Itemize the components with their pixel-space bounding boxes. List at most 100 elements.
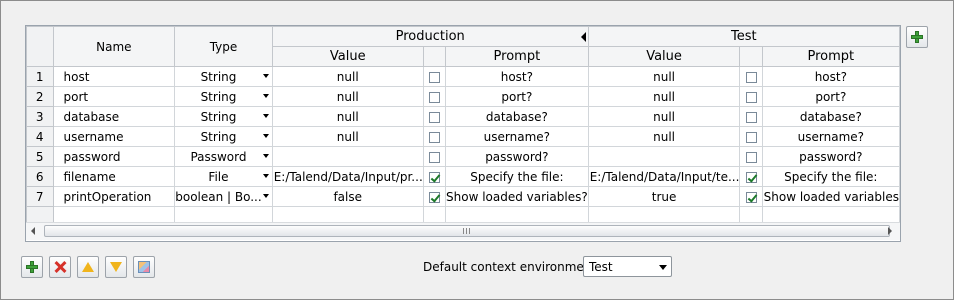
variable-name-cell[interactable]: username: [52, 126, 176, 147]
test-value-cell[interactable]: null: [587, 126, 741, 147]
test-value-cell[interactable]: null: [587, 106, 741, 127]
production-prompt-cell[interactable]: host?: [445, 66, 589, 87]
test-prompt-cell[interactable]: username?: [761, 126, 900, 147]
production-value-cell[interactable]: [271, 146, 424, 167]
table-row[interactable]: 4 username String null username? null us…: [26, 126, 900, 147]
test-value-cell[interactable]: null: [587, 86, 741, 107]
variable-name-cell[interactable]: database: [52, 106, 176, 127]
production-prompt-checkbox[interactable]: [428, 151, 440, 163]
test-prompt-cell[interactable]: database?: [761, 106, 900, 127]
production-prompt-cell[interactable]: username?: [445, 126, 589, 147]
production-value-cell[interactable]: null: [271, 126, 424, 147]
production-value-cell[interactable]: null: [271, 106, 424, 127]
production-prompt-cell[interactable]: port?: [445, 86, 589, 107]
remove-variable-button[interactable]: [49, 256, 71, 278]
production-value-cell[interactable]: false: [271, 186, 424, 207]
production-prompt-checkbox-cell[interactable]: [422, 106, 447, 127]
variable-name-cell[interactable]: password: [52, 146, 176, 167]
production-prompt-checkbox-cell[interactable]: [422, 66, 447, 87]
test-value-cell[interactable]: null: [587, 66, 741, 87]
variable-name-cell[interactable]: printOperation: [52, 186, 176, 207]
test-prompt-checkbox-cell[interactable]: [739, 86, 763, 107]
production-prompt-cell[interactable]: Show loaded variables?: [445, 186, 589, 207]
test-value-cell[interactable]: [587, 146, 741, 167]
test-prompt-checkbox-cell[interactable]: [739, 66, 763, 87]
table-row[interactable]: 3 database String null database? null da…: [26, 106, 900, 127]
test-prompt-checkbox-cell[interactable]: [739, 166, 763, 187]
test-prompt-cell[interactable]: host?: [761, 66, 900, 87]
production-prompt-checkbox[interactable]: [428, 71, 440, 83]
variable-name-cell[interactable]: filename: [52, 166, 176, 187]
type-cell[interactable]: String: [174, 126, 273, 147]
production-prompt-cell[interactable]: password?: [445, 146, 589, 167]
production-value-cell[interactable]: E:/Talend/Data/Input/pr...: [271, 166, 424, 187]
table-row[interactable]: 5 password Password password? password?: [26, 146, 900, 167]
production-prompt-checkbox-cell[interactable]: [422, 166, 447, 187]
test-prompt-cell[interactable]: Show loaded variables: [761, 186, 900, 207]
test-prompt-checkbox[interactable]: [745, 71, 757, 83]
scrollbar-thumb[interactable]: [44, 225, 890, 237]
type-cell[interactable]: String: [174, 66, 273, 87]
test-group-header[interactable]: Test: [587, 26, 900, 47]
test-prompt-checkbox[interactable]: [745, 171, 757, 183]
scroll-left-icon[interactable]: [31, 227, 35, 235]
production-prompt-cell[interactable]: Specify the file:: [445, 166, 589, 187]
type-cell[interactable]: File: [174, 166, 273, 187]
type-cell[interactable]: String: [174, 86, 273, 107]
dropdown-arrow-icon[interactable]: [262, 114, 269, 118]
move-down-button[interactable]: [105, 256, 127, 278]
table-row[interactable]: 7 printOperation boolean | Bo... false S…: [26, 186, 900, 207]
production-prompt-checkbox[interactable]: [428, 191, 440, 203]
test-prompt-cell[interactable]: password?: [761, 146, 900, 167]
table-row[interactable]: 2 port String null port? null port?: [26, 86, 900, 107]
test-prompt-check-header[interactable]: [739, 46, 763, 67]
test-prompt-cell[interactable]: Specify the file:: [761, 166, 900, 187]
production-prompt-checkbox[interactable]: [428, 131, 440, 143]
production-prompt-checkbox[interactable]: [428, 91, 440, 103]
production-prompt-checkbox-cell[interactable]: [422, 86, 447, 107]
production-prompt-checkbox[interactable]: [428, 111, 440, 123]
production-prompt-checkbox-cell[interactable]: [422, 146, 447, 167]
production-value-header[interactable]: Value: [271, 46, 424, 67]
test-value-header[interactable]: Value: [587, 46, 741, 67]
table-row[interactable]: 1 host String null host? null host?: [26, 66, 900, 87]
collapse-arrow-icon[interactable]: [580, 32, 586, 42]
test-prompt-checkbox[interactable]: [745, 111, 757, 123]
type-cell[interactable]: boolean | Bo...: [174, 186, 273, 207]
test-prompt-checkbox[interactable]: [745, 151, 757, 163]
add-variable-button[interactable]: [21, 256, 43, 278]
test-prompt-checkbox-cell[interactable]: [739, 126, 763, 147]
production-prompt-cell[interactable]: database?: [445, 106, 589, 127]
add-context-button[interactable]: [906, 26, 928, 48]
test-prompt-checkbox[interactable]: [745, 131, 757, 143]
dropdown-arrow-icon[interactable]: [262, 134, 269, 138]
type-cell[interactable]: Password: [174, 146, 273, 167]
test-prompt-checkbox[interactable]: [745, 91, 757, 103]
dropdown-arrow-icon[interactable]: [262, 74, 269, 78]
horizontal-scrollbar[interactable]: [26, 222, 900, 240]
production-prompt-checkbox[interactable]: [428, 171, 440, 183]
production-prompt-check-header[interactable]: [422, 46, 447, 67]
dropdown-arrow-icon[interactable]: [262, 174, 269, 178]
type-column-header[interactable]: Type: [174, 26, 273, 67]
test-prompt-checkbox-cell[interactable]: [739, 186, 763, 207]
production-prompt-header[interactable]: Prompt: [445, 46, 589, 67]
production-prompt-checkbox-cell[interactable]: [422, 126, 447, 147]
test-value-cell[interactable]: true: [587, 186, 741, 207]
production-value-cell[interactable]: null: [271, 66, 424, 87]
dropdown-arrow-icon[interactable]: [262, 194, 269, 198]
production-value-cell[interactable]: null: [271, 86, 424, 107]
variable-name-cell[interactable]: port: [52, 86, 176, 107]
manage-contexts-button[interactable]: [133, 256, 155, 278]
test-prompt-checkbox[interactable]: [745, 191, 757, 203]
dropdown-arrow-icon[interactable]: [262, 94, 269, 98]
name-column-header[interactable]: Name: [52, 26, 176, 67]
test-value-cell[interactable]: E:/Talend/Data/Input/te...: [587, 166, 741, 187]
default-context-select[interactable]: Test: [583, 256, 672, 277]
test-prompt-header[interactable]: Prompt: [761, 46, 900, 67]
table-row[interactable]: 6 filename File E:/Talend/Data/Input/pr.…: [26, 166, 900, 187]
production-group-header[interactable]: Production: [271, 26, 589, 47]
variable-name-cell[interactable]: host: [52, 66, 176, 87]
test-prompt-checkbox-cell[interactable]: [739, 106, 763, 127]
scroll-right-icon[interactable]: [888, 227, 892, 235]
